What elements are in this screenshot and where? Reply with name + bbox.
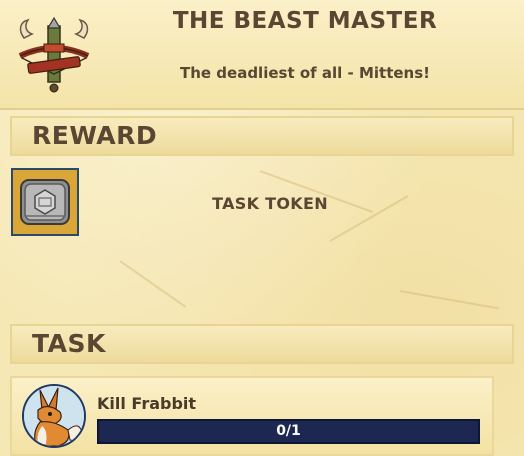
quest-header: THE BEAST MASTER The deadliest of all - … [0, 0, 524, 110]
task-progress-bar: 0/1 [97, 419, 480, 444]
reward-item-slot[interactable] [11, 168, 79, 236]
task-section-header: TASK [10, 324, 514, 364]
task-progress-text: 0/1 [276, 423, 301, 439]
reward-section-label: REWARD [32, 121, 158, 150]
quest-subtitle: The deadliest of all - Mittens! [179, 64, 430, 82]
task-section-label: TASK [32, 329, 106, 358]
crossed-bows-antlers-icon [14, 16, 94, 96]
frabbit-icon [22, 384, 86, 448]
parchment-crack [399, 290, 499, 310]
task-name: Kill Frabbit [97, 394, 197, 413]
parchment-crack [119, 260, 187, 308]
reward-item-name: TASK TOKEN [212, 194, 328, 213]
quest-panel: THE BEAST MASTER The deadliest of all - … [0, 0, 524, 456]
task-token-icon [20, 179, 70, 225]
quest-title: THE BEAST MASTER [172, 8, 438, 34]
reward-section-header: REWARD [10, 116, 514, 156]
